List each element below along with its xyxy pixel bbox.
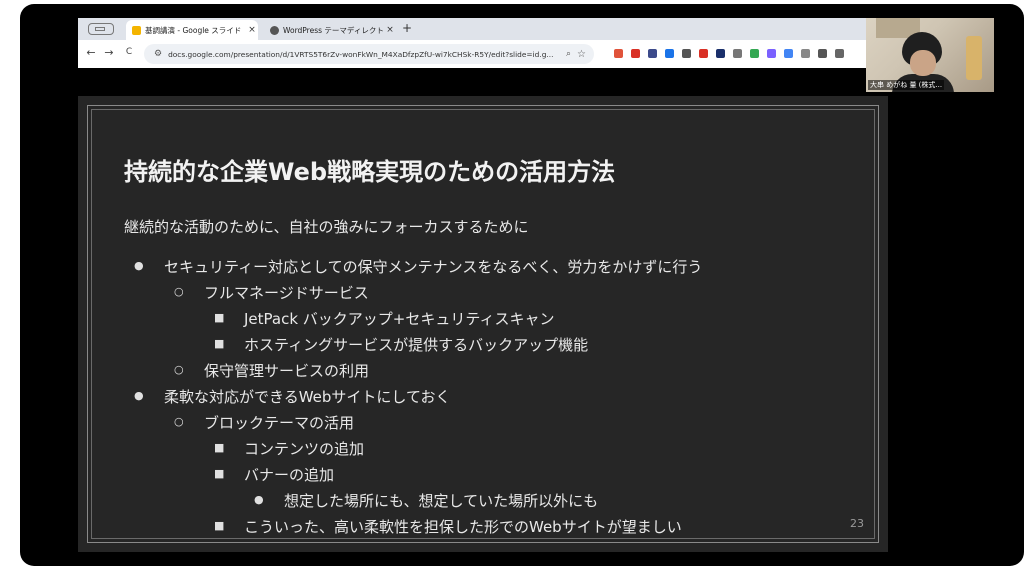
- bullet-marker: ○: [174, 363, 184, 376]
- participant-face: [910, 50, 936, 76]
- bullet-text: 想定した場所にも、想定していた場所以外にも: [284, 492, 599, 510]
- zoom-icon[interactable]: ⌕: [566, 49, 571, 59]
- close-tab-icon[interactable]: ×: [246, 25, 258, 35]
- bullet-text: ブロックテーマの活用: [204, 414, 355, 432]
- bullet-marker: ●: [254, 493, 264, 506]
- slide-canvas: 持続的な企業Web戦略実現のための活用方法 継続的な活動のために、自社の強みにフ…: [78, 96, 888, 552]
- bullet-marker: ●: [134, 259, 144, 272]
- site-info-icon[interactable]: ⚙: [154, 49, 162, 59]
- browser-extension-icon[interactable]: [716, 49, 725, 58]
- bullet-marker: ■: [214, 467, 225, 480]
- browser-window: 基調講演 - Google スライド × WordPress テーマディレクトリ…: [78, 18, 866, 68]
- tab-wordpress-themes[interactable]: WordPress テーマディレクトリ ×: [264, 20, 396, 40]
- tab-strip: 基調講演 - Google スライド × WordPress テーマディレクトリ…: [78, 18, 866, 40]
- tab-label: 基調講演 - Google スライド: [145, 25, 242, 35]
- bullet-text: コンテンツの追加: [244, 440, 365, 458]
- tab-label: WordPress テーマディレクトリ: [283, 25, 384, 35]
- bullet-marker: ■: [214, 311, 225, 324]
- slide-title: 持続的な企業Web戦略実現のための活用方法: [124, 158, 616, 186]
- browser-extension-icon[interactable]: [648, 49, 657, 58]
- bullet-item: ■ こういった、高い柔軟性を担保した形でのWebサイトが望ましい: [214, 516, 682, 537]
- browser-extension-icon[interactable]: [835, 49, 844, 58]
- tab-google-slides[interactable]: 基調講演 - Google スライド ×: [126, 20, 258, 40]
- close-tab-icon[interactable]: ×: [384, 25, 396, 35]
- bookmark-star-icon[interactable]: ☆: [577, 49, 586, 60]
- tab-search-icon[interactable]: [88, 23, 114, 35]
- bullet-item: ● セキュリティー対応としての保守メンテナンスをなるべく、労力をかけずに行う: [134, 256, 703, 277]
- browser-extension-icon[interactable]: [631, 49, 640, 58]
- bullet-text: セキュリティー対応としての保守メンテナンスをなるべく、労力をかけずに行う: [164, 258, 703, 276]
- background-lamp: [966, 36, 982, 80]
- forward-icon[interactable]: →: [102, 46, 116, 59]
- slides-favicon-icon: [132, 25, 141, 35]
- bullet-marker: ■: [214, 337, 225, 350]
- bullet-marker: ■: [214, 519, 225, 532]
- bullet-item: ■ ホスティングサービスが提供するバックアップ機能: [214, 334, 589, 355]
- webcam-video: 大串 めがね 量 (株式...: [866, 18, 994, 92]
- browser-extension-icon[interactable]: [818, 49, 827, 58]
- bullet-item: ● 柔軟な対応ができるWebサイトにしておく: [134, 386, 451, 407]
- url-text: docs.google.com/presentation/d/1VRTS5T6r…: [168, 49, 554, 59]
- bullet-text: 保守管理サービスの利用: [204, 362, 370, 380]
- browser-extension-icon[interactable]: [733, 49, 742, 58]
- wordpress-favicon-icon: [270, 25, 279, 35]
- slide-page-number: 23: [850, 517, 864, 530]
- new-tab-button[interactable]: +: [402, 21, 412, 35]
- browser-extension-icon[interactable]: [614, 49, 623, 58]
- bullet-item: ○ ブロックテーマの活用: [174, 412, 355, 433]
- address-bar[interactable]: ⚙ docs.google.com/presentation/d/1VRTS5T…: [144, 44, 594, 64]
- bullet-text: 柔軟な対応ができるWebサイトにしておく: [164, 388, 451, 406]
- slide-border: 持続的な企業Web戦略実現のための活用方法 継続的な活動のために、自社の強みにフ…: [87, 105, 879, 543]
- bullet-item: ○ フルマネージドサービス: [174, 282, 369, 303]
- bullet-item: ○ 保守管理サービスの利用: [174, 360, 370, 381]
- browser-extension-icon[interactable]: [767, 49, 776, 58]
- browser-extension-icon[interactable]: [801, 49, 810, 58]
- bullet-item: ■ バナーの追加: [214, 464, 335, 485]
- browser-toolbar: ← → C ⚙ docs.google.com/presentation/d/1…: [78, 40, 866, 68]
- bullet-marker: ○: [174, 415, 184, 428]
- reload-icon[interactable]: C: [122, 47, 136, 57]
- browser-extension-icon[interactable]: [784, 49, 793, 58]
- bullet-item: ■ JetPack バックアップ+セキュリティスキャン: [214, 308, 555, 329]
- bullet-marker: ○: [174, 285, 184, 298]
- bullet-item: ■ コンテンツの追加: [214, 438, 365, 459]
- bullet-text: ホスティングサービスが提供するバックアップ機能: [244, 336, 589, 354]
- bullet-text: こういった、高い柔軟性を担保した形でのWebサイトが望ましい: [244, 518, 682, 536]
- browser-extension-icon[interactable]: [665, 49, 674, 58]
- browser-extension-icon[interactable]: [682, 49, 691, 58]
- browser-extension-icon[interactable]: [699, 49, 708, 58]
- slide-subtitle: 継続的な活動のために、自社の強みにフォーカスするために: [124, 218, 529, 236]
- bullet-marker: ●: [134, 389, 144, 402]
- browser-extension-icon[interactable]: [750, 49, 759, 58]
- back-icon[interactable]: ←: [84, 46, 98, 59]
- bullet-text: JetPack バックアップ+セキュリティスキャン: [244, 310, 555, 328]
- bullet-item: ● 想定した場所にも、想定していた場所以外にも: [254, 490, 599, 511]
- bullet-marker: ■: [214, 441, 225, 454]
- bullet-text: バナーの追加: [244, 466, 335, 484]
- participant-name: 大串 めがね 量 (株式...: [868, 80, 945, 90]
- bullet-text: フルマネージドサービス: [204, 284, 369, 302]
